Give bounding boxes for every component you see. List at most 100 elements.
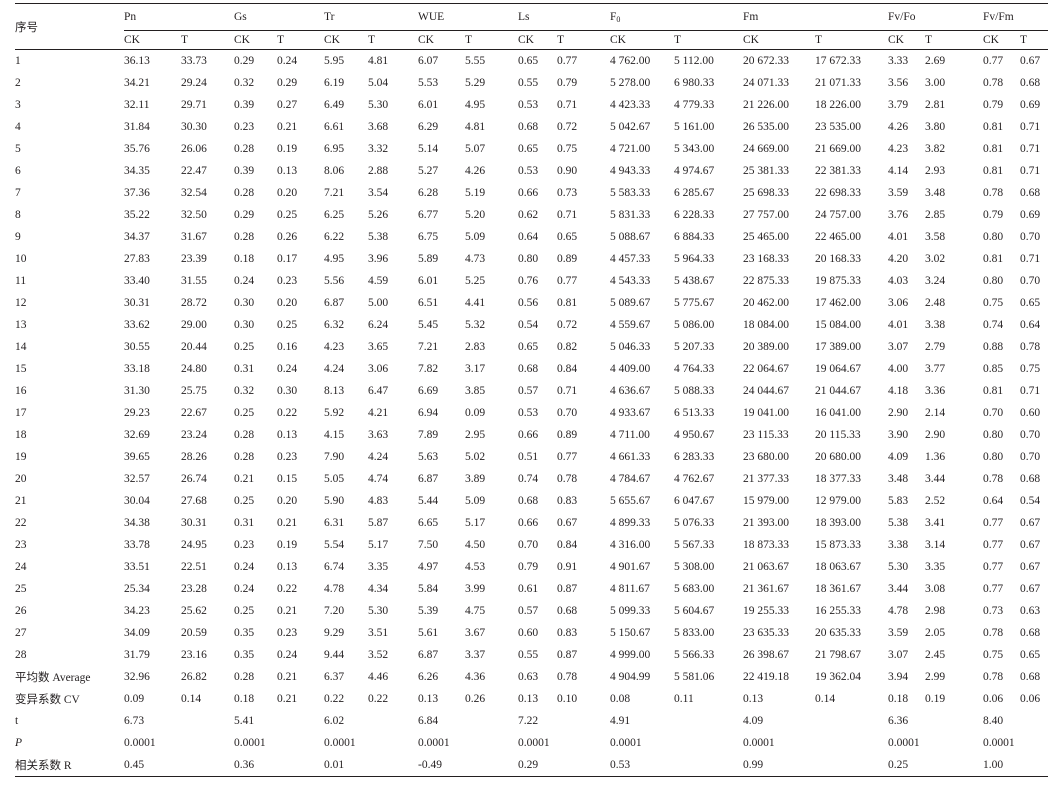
table-cell: 5.39 bbox=[418, 605, 439, 617]
table-cell: 19 875.33 bbox=[815, 275, 862, 287]
table-cell: 0.79 bbox=[557, 77, 578, 89]
table-header: 序号 Pn Gs Tr WUE Ls F0 Fm Fv/Fo Fv/Fm CK T CK T CK T CK T… bbox=[15, 3, 1049, 50]
table-cell: 23.24 bbox=[181, 429, 207, 441]
table-cell: 0.54 bbox=[518, 319, 539, 331]
table-cell: 30.31 bbox=[124, 297, 150, 309]
table-row: 2 34.21 29.24 0.32 0.29 6.19 5.04 5.53 5.29 0.55 0… bbox=[15, 72, 1048, 94]
table-cell: 5 581.06 bbox=[674, 671, 715, 683]
subheader-ck: CK bbox=[743, 30, 816, 50]
table-cell: 3.38 bbox=[925, 319, 946, 331]
stat-value: 0.25 bbox=[888, 754, 984, 777]
table-cell: 3.35 bbox=[368, 561, 389, 573]
stat-label: t bbox=[15, 715, 19, 727]
table-cell: 20 168.33 bbox=[815, 253, 862, 265]
table-cell: 32.69 bbox=[124, 429, 150, 441]
table-cell: 0.79 bbox=[983, 99, 1004, 111]
table-cell: 25.34 bbox=[124, 583, 150, 595]
stat-value: 4.09 bbox=[743, 715, 764, 727]
group-name-subscript: 0 bbox=[616, 14, 621, 24]
table-cell: 15 979.00 bbox=[743, 495, 790, 507]
table-cell: 5.55 bbox=[465, 55, 486, 67]
table-cell: 0.26 bbox=[277, 231, 298, 243]
group-name: WUE bbox=[418, 11, 445, 23]
table-cell: 0.71 bbox=[1020, 165, 1041, 177]
table-cell: 0.57 bbox=[518, 385, 539, 397]
table-cell: 5.54 bbox=[324, 539, 345, 551]
table-cell: 4.50 bbox=[465, 539, 486, 551]
stat-value: 6.73 bbox=[124, 715, 145, 727]
table-row: 6 34.35 22.47 0.39 0.13 8.06 2.88 5.27 4.26 0.53 0… bbox=[15, 160, 1048, 182]
table-cell: 0.06 bbox=[1020, 693, 1041, 705]
table-cell: 2.69 bbox=[925, 55, 946, 67]
table-cell: 18 084.00 bbox=[743, 319, 790, 331]
table-cell: 4 764.33 bbox=[674, 363, 715, 375]
stat-value: 0.0001 bbox=[983, 737, 1015, 749]
table-cell: 0.75 bbox=[1020, 363, 1041, 375]
table-cell: 23.16 bbox=[181, 649, 207, 661]
table-cell: 4.23 bbox=[324, 341, 345, 353]
table-cell: 25 465.00 bbox=[743, 231, 790, 243]
table-cell: 2.98 bbox=[925, 605, 946, 617]
table-cell: 19 064.67 bbox=[815, 363, 862, 375]
table-cell: 22 465.00 bbox=[815, 231, 862, 243]
table-cell: 29.00 bbox=[181, 319, 207, 331]
table-cell: 5 831.33 bbox=[610, 209, 651, 221]
table-cell: 22 419.18 bbox=[743, 671, 790, 683]
table-cell: 5.32 bbox=[465, 319, 486, 331]
table-cell: 32.54 bbox=[181, 187, 207, 199]
table-cell: 3.32 bbox=[368, 143, 389, 155]
table-cell: 0.89 bbox=[557, 253, 578, 265]
table-cell: 3.67 bbox=[465, 627, 486, 639]
table-cell: 36.13 bbox=[124, 55, 150, 67]
table-cell: 0.28 bbox=[234, 187, 255, 199]
table-cell: 5.26 bbox=[368, 209, 389, 221]
table-cell: 4 316.00 bbox=[610, 539, 651, 551]
table-cell: 0.80 bbox=[983, 231, 1004, 243]
table-cell: 3.77 bbox=[925, 363, 946, 375]
table-cell: 0.70 bbox=[1020, 231, 1041, 243]
table-cell: 31.79 bbox=[124, 649, 150, 661]
table-cell: 0.69 bbox=[1020, 99, 1041, 111]
table-row: 变异系数 CV 0.09 0.14 0.18 0.21 0.22 0.22 0.13 0.26 0… bbox=[15, 688, 1048, 710]
table-cell: 5.45 bbox=[418, 319, 439, 331]
table-cell: 3.08 bbox=[925, 583, 946, 595]
row-label: 平均数 Average bbox=[15, 672, 91, 684]
table-cell: 0.85 bbox=[983, 363, 1004, 375]
table-cell: 24.80 bbox=[181, 363, 207, 375]
table-cell: 5 086.00 bbox=[674, 319, 715, 331]
table-cell: 4.00 bbox=[888, 363, 909, 375]
table-cell: 0.65 bbox=[557, 231, 578, 243]
table-cell: 0.76 bbox=[518, 275, 539, 287]
table-cell: 4 559.67 bbox=[610, 319, 651, 331]
row-label: 14 bbox=[15, 341, 27, 353]
table-cell: 0.71 bbox=[1020, 385, 1041, 397]
row-label: 9 bbox=[15, 231, 21, 243]
table-cell: 0.25 bbox=[234, 407, 255, 419]
row-label: 8 bbox=[15, 209, 21, 221]
table-cell: 2.90 bbox=[925, 429, 946, 441]
table-cell: 0.65 bbox=[518, 143, 539, 155]
table-cell: 32.11 bbox=[124, 99, 150, 111]
table-cell: 0.80 bbox=[983, 451, 1004, 463]
table-cell: 22.47 bbox=[181, 165, 207, 177]
table-cell: 0.65 bbox=[1020, 297, 1041, 309]
table-cell: 17 462.00 bbox=[815, 297, 862, 309]
table-cell: 25.75 bbox=[181, 385, 207, 397]
column-group-header: Fv/Fm bbox=[983, 3, 1049, 31]
table-cell: 0.60 bbox=[518, 627, 539, 639]
table-cell: 20.44 bbox=[181, 341, 207, 353]
table-cell: 0.13 bbox=[277, 561, 298, 573]
table-cell: 0.20 bbox=[277, 297, 298, 309]
table-cell: 19 255.33 bbox=[743, 605, 790, 617]
table-cell: 6 283.33 bbox=[674, 451, 715, 463]
stat-value: 0.29 bbox=[518, 754, 611, 777]
table-cell: 3.38 bbox=[888, 539, 909, 551]
table-cell: 6 884.33 bbox=[674, 231, 715, 243]
table-cell: 27.68 bbox=[181, 495, 207, 507]
table-cell: 0.39 bbox=[234, 99, 255, 111]
table-cell: 0.68 bbox=[557, 605, 578, 617]
table-cell: 6.69 bbox=[418, 385, 439, 397]
subheader-t: T bbox=[1020, 30, 1049, 50]
table-cell: 4 901.67 bbox=[610, 561, 651, 573]
subheader-t: T bbox=[368, 30, 419, 50]
